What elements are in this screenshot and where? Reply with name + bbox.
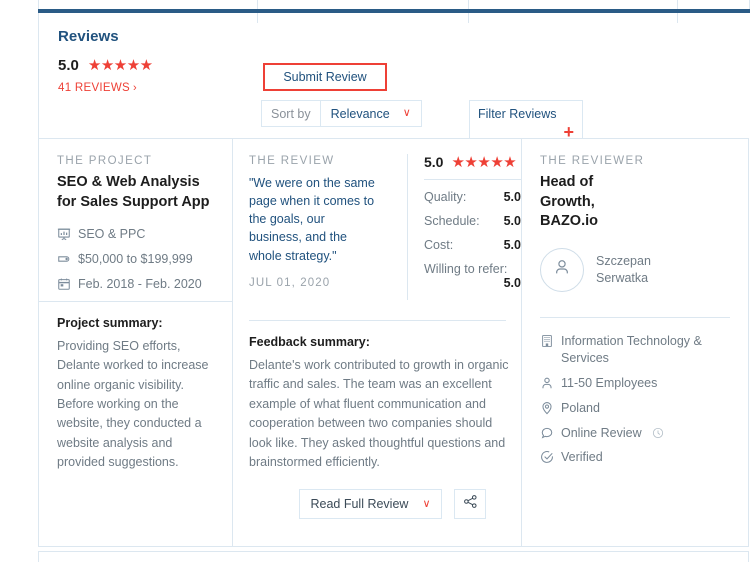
review-kicker: THE REVIEW [249,155,335,167]
rating-value: 5.0 [503,276,521,290]
review-column: THE REVIEW "We were on the same page whe… [233,139,522,546]
rating-row-quality: Quality: 5.0 [424,190,521,204]
star-icon: ★ [100,57,114,74]
reviews-count-link[interactable]: 41 REVIEWS › [58,82,137,94]
reviewer-name: Szczepan Serwatka [596,253,651,285]
submit-review-button[interactable]: Submit Review [263,63,387,91]
avatar [540,247,584,292]
rating-row-cost: Cost: 5.0 [424,238,521,252]
sort-by-select[interactable]: Relevance ∨ [320,100,422,127]
review-actions: Read Full Review ∨ [299,489,511,520]
project-summary-title: Project summary: [57,315,163,330]
company-fact-verified-text: Verified [561,450,603,465]
star-icon: ★ [503,153,517,171]
rating-value: 5.0 [503,238,521,252]
rating-label: Cost: [424,238,454,252]
rating-value: 5.0 [503,214,521,228]
building-icon [540,334,554,348]
chevron-right-icon: › [133,82,137,94]
review-overall-score: 5.0 [424,154,444,170]
check-circle-icon [540,450,554,464]
project-meta-dates: Feb. 2018 - Feb. 2020 [57,276,214,293]
rating-label: Willing to refer: [424,262,508,276]
company-fact-location: Poland [540,400,732,417]
project-column: THE PROJECT SEO & Web Analysis for Sales… [39,139,233,546]
calendar-icon [57,277,71,291]
price-tag-icon [57,252,71,266]
star-icon: ★ [451,153,465,171]
star-icon: ★ [139,57,153,74]
rating-row-schedule: Schedule: 5.0 [424,214,521,228]
rating-row-willing-to-refer: Willing to refer: 5.0 [424,262,521,290]
feedback-summary-title: Feedback summary: [249,335,370,349]
rating-label: Schedule: [424,214,480,228]
reviewer-kicker: THE REVIEWER [540,155,645,167]
person-avatar-icon [551,256,573,283]
share-icon [463,494,478,514]
company-fact-industry: Information Technology & Services [540,333,732,367]
reviewer-column: THE REVIEWER Head of Growth, BAZO.io Szc… [522,139,748,546]
overall-rating-stars: ★ ★ ★ ★ ★ [88,58,153,73]
review-overall-stars: ★ ★ ★ ★ ★ [451,155,516,170]
star-icon: ★ [87,57,101,74]
presentation-chart-icon [57,227,71,241]
overall-rating-score: 5.0 [58,57,79,74]
page-title: Reviews [58,28,119,45]
chevron-down-icon: ∨ [402,107,411,119]
company-fact-source-text: Online Review [561,425,642,440]
chevron-down-icon: ∨ [422,497,431,510]
star-icon: ★ [113,57,127,74]
person-icon [540,376,554,390]
project-kicker: THE PROJECT [57,155,153,167]
company-fact-source: Online Review [540,425,732,442]
review-overall-rating: 5.0 ★ ★ ★ ★ ★ [424,154,521,179]
reviewer-identity: Szczepan Serwatka [540,247,730,292]
sort-control: Sort by Relevance ∨ [261,100,422,127]
rating-label: Quality: [424,190,467,204]
project-meta-dates-text: Feb. 2018 - Feb. 2020 [78,276,202,291]
reviews-page: Reviews 5.0 ★ ★ ★ ★ ★ 41 REVIEWS › Submit… [0,0,750,562]
company-fact-size: 11-50 Employees [540,375,732,392]
star-icon: ★ [490,153,504,171]
reviewer-divider [540,317,730,318]
star-icon: ★ [477,153,491,171]
review-date: JUL 01, 2020 [249,276,331,289]
share-button[interactable] [454,489,486,520]
company-fact-verified: Verified [540,449,732,466]
filter-reviews-label: Filter Reviews [478,107,557,121]
read-full-review-button[interactable]: Read Full Review ∨ [299,489,442,520]
clock-badge-icon[interactable] [651,426,665,440]
star-icon: ★ [126,57,140,74]
next-review-card-preview [38,551,749,562]
speech-bubble-icon [540,426,554,440]
review-quote: "We were on the same page when it comes … [249,176,375,263]
ratings-pane: 5.0 ★ ★ ★ ★ ★ Quality: 5.0 Schedule: 5.0… [407,154,521,300]
reviews-count-label: 41 REVIEWS [58,82,131,94]
overall-rating: 5.0 ★ ★ ★ ★ ★ [58,57,153,74]
company-facts-list: Information Technology & Services 11-50 … [540,333,732,466]
review-card: THE PROJECT SEO & Web Analysis for Sales… [38,138,749,547]
location-pin-icon [540,401,554,415]
project-meta-budget: $50,000 to $199,999 [57,251,214,268]
read-full-review-label: Read Full Review [310,497,409,512]
reviews-header: Reviews 5.0 ★ ★ ★ ★ ★ 41 REVIEWS › Submit… [38,13,749,143]
company-fact-location-text: Poland [561,400,600,415]
rating-value: 5.0 [503,190,521,204]
project-meta-budget-text: $50,000 to $199,999 [78,252,193,266]
project-summary-body: Providing SEO efforts, Delante worked to… [57,338,209,469]
feedback-summary-body: Delante's work contributed to growth in … [249,358,509,469]
review-divider [249,320,506,321]
sort-by-label: Sort by [261,100,321,127]
project-title: SEO & Web Analysis for Sales Support App [57,174,210,210]
sort-by-value: Relevance [330,106,390,121]
project-meta-service-text: SEO & PPC [78,227,146,242]
company-fact-industry-text: Information Technology & Services [561,334,702,365]
company-fact-size-text: 11-50 Employees [561,375,658,390]
star-icon: ★ [464,153,478,171]
project-meta-list: SEO & PPC $50,000 to $199,999 Feb. 2018 … [57,226,214,293]
project-meta-service: SEO & PPC [57,226,214,243]
filter-reviews-button[interactable]: Filter Reviews + [469,100,583,143]
ratings-breakdown: Quality: 5.0 Schedule: 5.0 Cost: 5.0 Wil… [424,180,521,290]
reviewer-title: Head of Growth, BAZO.io [540,174,598,230]
